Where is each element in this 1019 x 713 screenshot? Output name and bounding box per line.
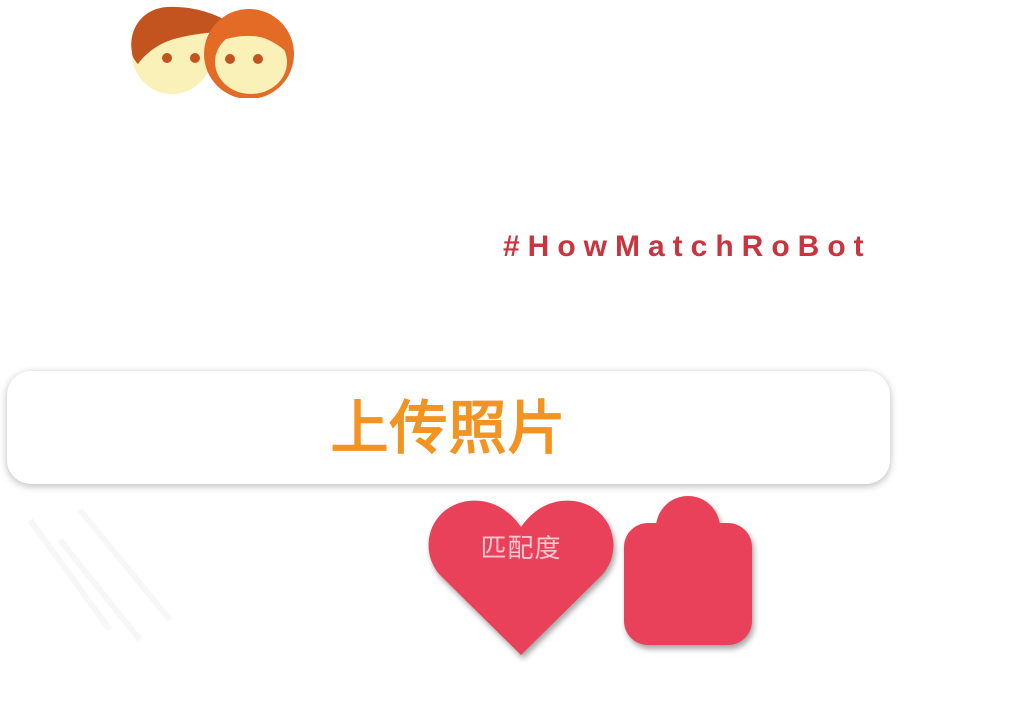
hashtag-title: #HowMatchRoBot bbox=[503, 230, 872, 263]
upload-photo-button[interactable]: 上传照片 bbox=[7, 371, 890, 484]
page: #HowMatchRoBot 上传照片 匹配度 bbox=[0, 0, 1019, 713]
match-score-label: 匹配度 bbox=[480, 534, 562, 564]
couple-faces-icon bbox=[124, 2, 299, 99]
shop-button[interactable] bbox=[622, 495, 756, 651]
heart-icon bbox=[428, 500, 614, 655]
bag-icon bbox=[624, 496, 752, 645]
decorative-shape bbox=[20, 500, 250, 650]
match-score-button[interactable]: 匹配度 bbox=[426, 497, 616, 663]
upload-photo-label: 上传照片 bbox=[330, 393, 567, 462]
